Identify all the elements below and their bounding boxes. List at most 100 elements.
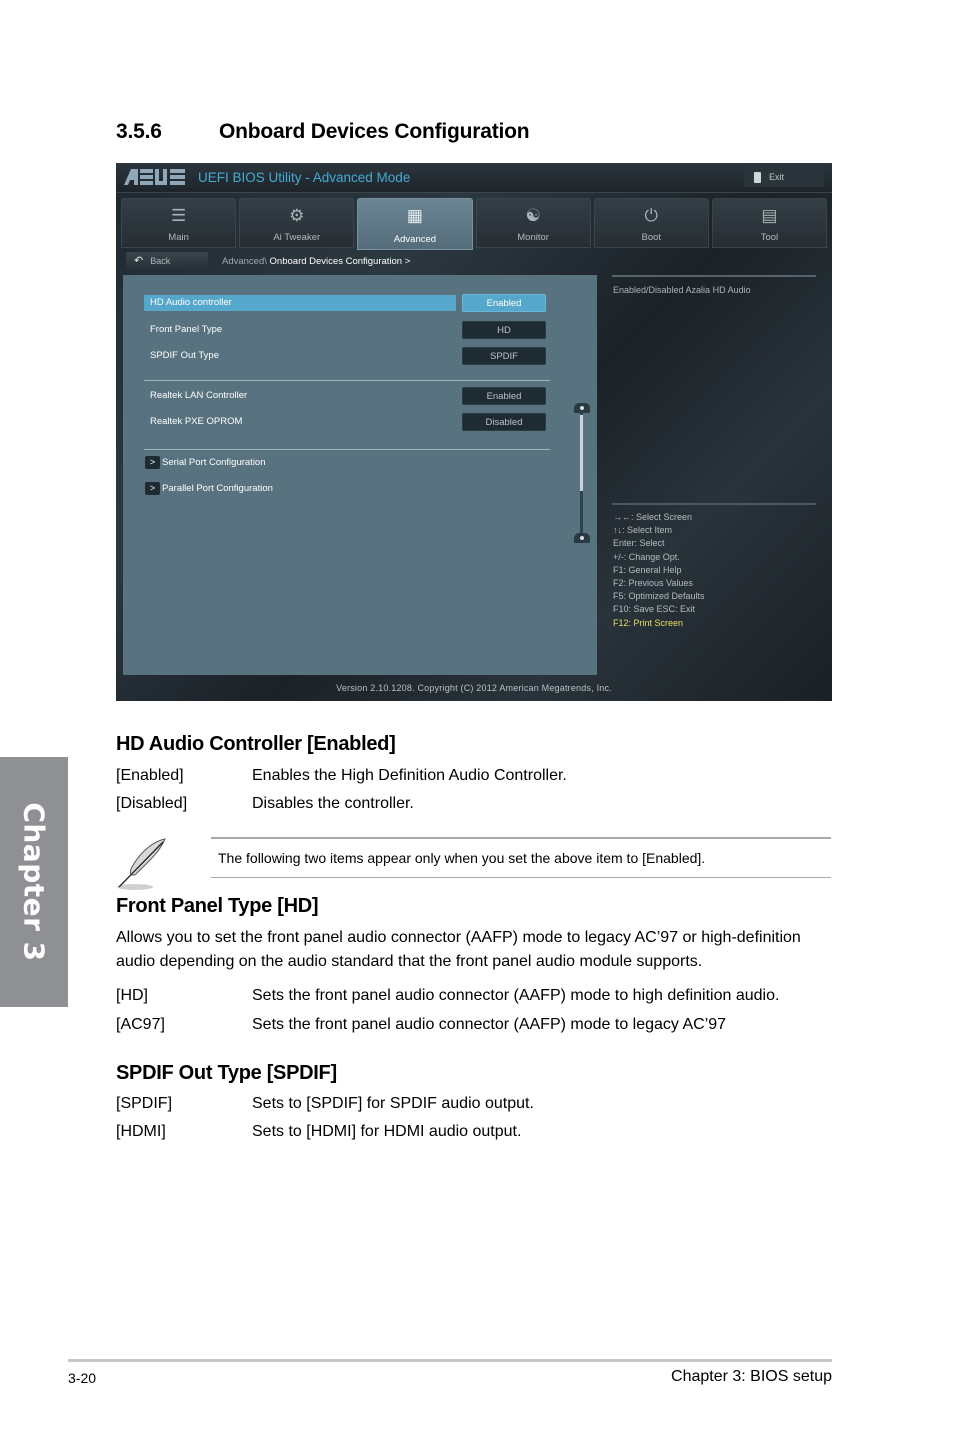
option-row: [AC97] Sets the front panel audio connect… — [116, 1016, 726, 1034]
monitor-icon: ☯ — [525, 206, 541, 225]
setting-value-button[interactable]: Disabled — [462, 413, 546, 431]
front-panel-description: Allows you to set the front panel audio … — [116, 929, 801, 970]
setting-label: HD Audio controller — [150, 297, 232, 308]
chapter-tab-label: Chapter 3 — [17, 802, 51, 962]
note-text: The following two items appear only when… — [218, 850, 706, 866]
setting-value-button[interactable]: Enabled — [462, 294, 546, 312]
hd-audio-heading: HD Audio Controller [Enabled] — [116, 733, 396, 755]
scroll-down-button[interactable] — [574, 533, 590, 543]
setting-label: SPDIF Out Type — [150, 350, 219, 361]
help-panel: Enabled/Disabled Azalia HD Audio →←: Sel… — [606, 275, 821, 675]
list-icon: ☰ — [170, 206, 187, 225]
back-button[interactable]: ↶ Back — [126, 252, 208, 270]
setting-row-realtek-pxe-oprom[interactable]: Realtek PXE OPROM Disabled — [144, 413, 571, 431]
scroll-up-button[interactable] — [574, 403, 590, 413]
option-desc: Sets the front panel audio connector (AA… — [252, 987, 780, 1004]
key-hint-print-screen: F12: Print Screen — [613, 617, 684, 628]
setting-row-hd-audio-controller[interactable]: HD Audio controller Enabled — [144, 294, 571, 312]
bios-screenshot: UEFI BIOS Utility - Advanced Mode Exit ☰… — [116, 163, 832, 701]
footer-divider — [68, 1359, 832, 1362]
asus-logo — [124, 168, 188, 191]
tab-monitor[interactable]: ☯ Monitor — [475, 198, 591, 248]
divider — [144, 449, 550, 450]
option-row: [SPDIF] Sets to [SPDIF] for SPDIF audio o… — [116, 1095, 534, 1113]
setting-row-spdif-out-type[interactable]: SPDIF Out Type SPDIF — [144, 347, 571, 365]
option-desc: Sets the front panel audio connector (AA… — [252, 1016, 727, 1033]
option-desc: Enables the High Definition Audio Contro… — [252, 767, 567, 784]
submenu-arrow-icon: > — [145, 456, 160, 469]
bios-tabs: ☰ Main ⚙ Ai Tweaker ▦ Advanced ☯ Monitor… — [121, 198, 828, 250]
setting-row-realtek-lan-controller[interactable]: Realtek LAN Controller Enabled — [144, 387, 571, 405]
option-key: [SPDIF] — [116, 1095, 173, 1112]
back-label: Back — [150, 256, 171, 266]
scrollbar[interactable] — [573, 403, 591, 543]
key-legend: →←: Select Screen ↑↓: Select Item Enter:… — [613, 511, 705, 630]
divider — [612, 275, 816, 277]
tab-label: Tool — [760, 232, 779, 243]
tweaker-icon: ⚙ — [289, 206, 305, 225]
back-arrow-icon: ↶ — [134, 254, 144, 267]
option-desc: Sets to [SPDIF] for SPDIF audio output. — [252, 1095, 534, 1112]
tab-advanced[interactable]: ▦ Advanced — [357, 198, 473, 250]
advanced-icon: ▦ — [406, 206, 423, 225]
option-desc: Disables the controller. — [252, 795, 414, 812]
tab-label: Ai Tweaker — [273, 232, 321, 243]
bios-title: UEFI BIOS Utility - Advanced Mode — [198, 170, 411, 185]
option-row: [Disabled] Disables the controller. — [116, 795, 414, 813]
key-hint: →←: Select Screen — [613, 512, 693, 522]
divider — [211, 837, 831, 839]
submenu-arrow-icon: > — [145, 482, 160, 495]
front-panel-heading: Front Panel Type [HD] — [116, 895, 319, 917]
setting-value-button[interactable]: SPDIF — [462, 347, 546, 365]
tab-main[interactable]: ☰ Main — [121, 198, 237, 248]
tab-ai-tweaker[interactable]: ⚙ Ai Tweaker — [239, 198, 355, 248]
setting-value-button[interactable]: HD — [462, 321, 546, 339]
key-hint: F1: General Help — [613, 564, 682, 575]
setting-label: Realtek PXE OPROM — [150, 416, 243, 427]
chapter-side-tab: Chapter 3 — [0, 757, 68, 1007]
key-hint: +/-: Change Opt. — [613, 551, 680, 562]
section-heading: 3.5.6 Onboard Devices Configuration — [116, 120, 530, 144]
power-icon: ⏻ — [644, 206, 658, 225]
exit-label: Exit — [769, 172, 785, 182]
breadcrumb-parent[interactable]: Advanced\ — [222, 256, 267, 267]
tab-boot[interactable]: ⏻ Boot — [593, 198, 709, 248]
tab-label: Monitor — [517, 232, 549, 243]
spdif-heading: SPDIF Out Type [SPDIF] — [116, 1062, 337, 1084]
asus-logo-icon — [124, 169, 185, 185]
option-key: [HDMI] — [116, 1123, 166, 1140]
tab-label: Boot — [641, 232, 662, 243]
tab-label: Main — [168, 232, 189, 243]
tool-icon: ▤ — [761, 206, 778, 225]
divider — [612, 503, 816, 505]
setting-label: Front Panel Type — [150, 324, 223, 335]
setting-row-front-panel-type[interactable]: Front Panel Type HD — [144, 321, 571, 339]
option-key: [HD] — [116, 987, 148, 1004]
setting-value-button[interactable]: Enabled — [462, 387, 546, 405]
section-number: 3.5.6 — [116, 120, 162, 143]
footer-chapter-title: Chapter 3: BIOS setup — [671, 1368, 832, 1385]
divider — [211, 877, 831, 878]
tab-tool[interactable]: ▤ Tool — [711, 198, 828, 248]
option-row: [HD] Sets the front panel audio connector… — [116, 987, 779, 1005]
option-desc: Sets to [HDMI] for HDMI audio output. — [252, 1123, 522, 1140]
note-feather-icon — [117, 838, 166, 890]
key-hint: F10: Save ESC: Exit — [613, 604, 696, 615]
key-hint: ↑↓: Select Item — [613, 525, 673, 536]
help-text: Enabled/Disabled Azalia HD Audio — [613, 285, 751, 295]
breadcrumb: Advanced\ Onboard Devices Configuration … — [222, 256, 410, 267]
key-hint: F2: Previous Values — [613, 578, 693, 589]
section-title: Onboard Devices Configuration — [219, 120, 530, 143]
tab-label: Advanced — [393, 234, 437, 245]
breadcrumb-bar: ↶ Back Advanced\ Onboard Devices Configu… — [121, 250, 597, 272]
exit-button[interactable]: Exit — [744, 167, 824, 187]
option-row: [HDMI] Sets to [HDMI] for HDMI audio outp… — [116, 1123, 521, 1141]
option-key: [AC97] — [116, 1016, 165, 1033]
page-number: 3-20 — [68, 1370, 97, 1386]
breadcrumb-current: Onboard Devices Configuration > — [269, 256, 411, 267]
scroll-thumb[interactable] — [580, 415, 583, 491]
key-hint: Enter: Select — [613, 538, 665, 549]
setting-label: Realtek LAN Controller — [150, 390, 248, 401]
option-key: [Disabled] — [116, 795, 188, 812]
bios-version-footer: Version 2.10.1208. Copyright (C) 2012 Am… — [336, 683, 612, 693]
